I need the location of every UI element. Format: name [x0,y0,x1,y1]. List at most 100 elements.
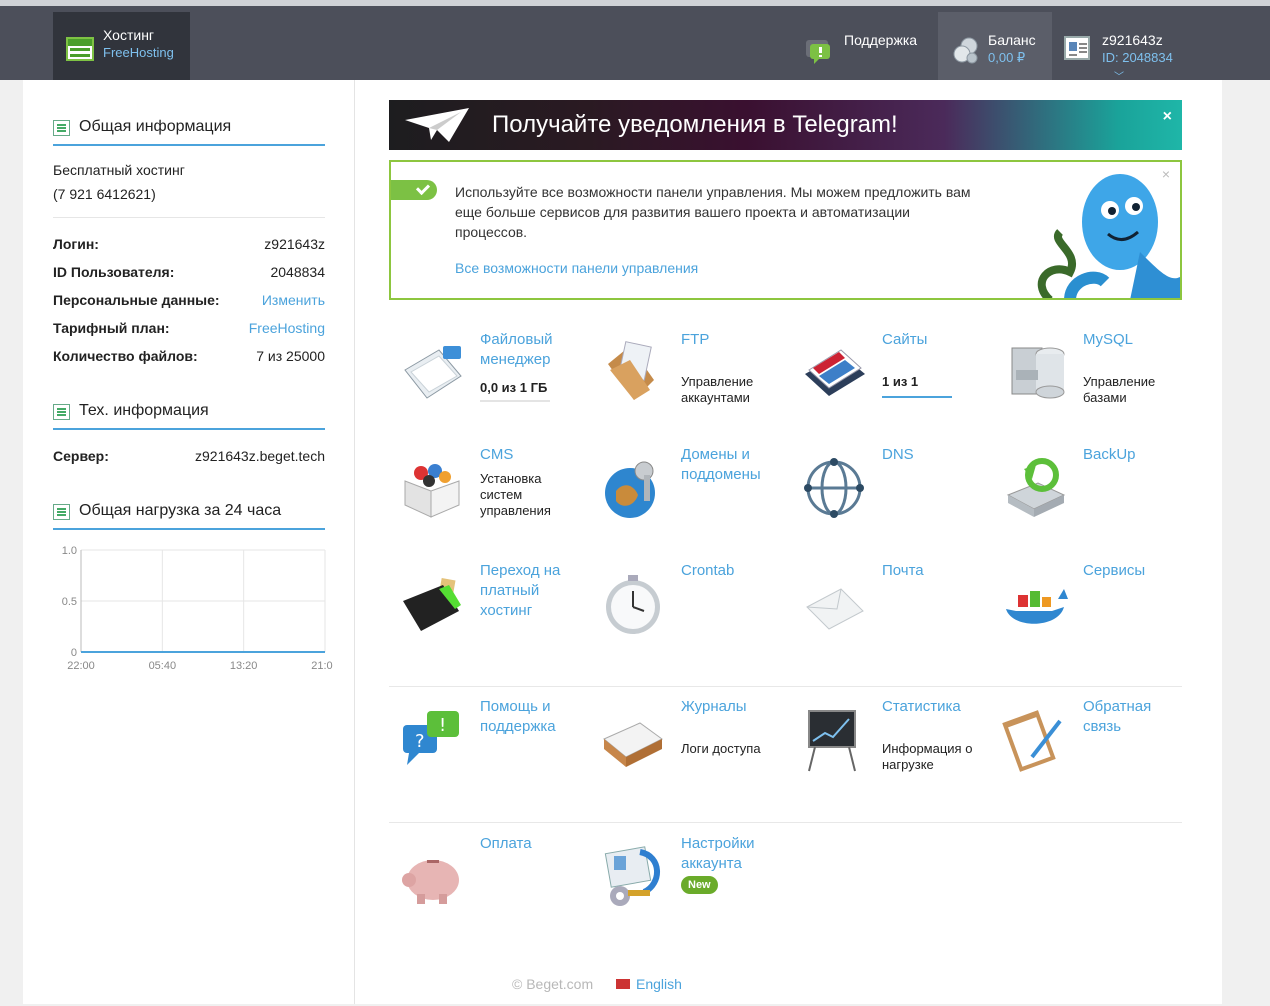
user-menu[interactable]: z921643z ID: 2048834 ﹀ [1052,12,1212,86]
telegram-plane-icon [405,108,469,142]
user-id-row: ID Пользователя: 2048834 [53,264,325,280]
files-count-value: 7 из 25000 [256,348,325,364]
balance-value: 0,00 ₽ [988,50,1026,65]
footer: © Beget.com English [512,976,682,992]
tile-dns[interactable]: DNS [791,445,981,545]
phone: (7 921 6412621) [53,186,156,202]
y-tick-label: 0 [71,647,77,659]
tile-statistics[interactable]: Статистика Информация о нагрузке [791,697,981,797]
balance-label: Баланс [988,32,1036,48]
content-panel: Общая информация Бесплатный хостинг (7 9… [23,80,1222,1004]
tile-crontab[interactable]: Crontab [590,561,780,661]
svg-text:!: ! [439,715,446,736]
files-count-row: Количество файлов: 7 из 25000 [53,348,325,364]
clipboard-icon [1002,710,1062,772]
new-badge: New [681,876,718,894]
tile-paid-hosting[interactable]: Переход на платный хостинг [389,561,579,661]
tile-mail[interactable]: Почта [791,561,981,661]
balance-button[interactable]: Баланс 0,00 ₽ [938,12,1052,86]
user-id-value: 2048834 [270,264,325,280]
edit-personal-data-link[interactable]: Изменить [262,292,325,308]
user-login: z921643z [1102,32,1163,48]
tile-ftp[interactable]: FTP Управление аккаунтами [590,330,780,430]
check-icon [391,180,437,200]
logo-subtitle: FreeHosting [103,45,174,60]
general-info-heading: Общая информация [53,118,325,146]
backup-drive-icon [1006,458,1066,517]
sites-icon [805,349,865,396]
user-id: ID: 2048834 [1102,50,1173,65]
plan-name: Бесплатный хостинг [53,162,185,178]
coins-icon [953,37,978,64]
load-chart-icon [53,504,70,520]
top-bar: Хостинг FreeHosting Поддержка Баланс 0,0… [0,0,1270,86]
chat-icon [806,40,830,64]
envelope-icon [806,588,864,630]
www-icon [66,37,94,61]
statistics-board-icon [808,710,856,772]
login-value: z921643z [264,236,325,252]
tile-services[interactable]: Сервисы [992,561,1182,661]
tile-file-manager[interactable]: Файловый менеджер 0,0 из 1 ГБ [389,330,579,430]
logo[interactable]: Хостинг FreeHosting [53,12,190,86]
wallet-icon [403,578,461,631]
divider [389,822,1182,823]
personal-data-row: Персональные данные: Изменить [53,292,325,308]
cms-box-icon [404,464,460,518]
sidebar: Общая информация Бесплатный хостинг (7 9… [23,80,355,1004]
promo-text: Используйте все возможности панели управ… [455,184,971,240]
x-tick-label: 21:00 [311,660,333,672]
dns-network-icon [804,458,864,518]
logo-title: Хостинг [103,27,155,43]
services-whale-icon [1006,589,1068,624]
svg-text:?: ? [415,731,425,752]
octopus-mascot-icon [1037,174,1180,298]
copyright: © Beget.com [512,976,594,992]
promo-link[interactable]: Все возможности панели управления [455,260,698,276]
sites-usage-bar [882,396,952,398]
login-row: Логин: z921643z [53,236,325,252]
logs-box-icon [603,722,663,767]
telegram-message: Получайте уведомления в Telegram! [492,111,898,138]
tile-logs[interactable]: Журналы Логи доступа [590,697,780,797]
tile-cms[interactable]: CMS Установка систем управления [389,445,579,545]
load-heading: Общая нагрузка за 24 часа [53,502,325,530]
tile-domains[interactable]: Домены и поддомены [590,445,780,545]
tariff-link[interactable]: FreeHosting [249,320,325,336]
piggy-bank-icon [402,860,459,904]
tile-mysql[interactable]: MySQL Управление базами [992,330,1182,430]
divider [389,686,1182,687]
info-icon [53,120,70,136]
disk-usage-bar [480,400,550,402]
load-chart: 1.0 0.5 022:00 05:40 13:20 21:00 [62,545,333,672]
x-tick-label: 22:00 [67,660,95,672]
user-card-icon [1064,36,1090,60]
tech-info-heading: Тех. информация [53,402,325,430]
telegram-banner[interactable]: Получайте уведомления в Telegram! × [389,100,1182,150]
account-settings-icon [604,846,660,906]
y-tick-label: 1.0 [62,545,77,557]
support-label: Поддержка [844,32,918,48]
tile-feedback[interactable]: Обратная связь [992,697,1182,797]
alarm-clock-icon [606,575,660,634]
server-icon [53,404,70,420]
support-button[interactable]: Поддержка [804,12,934,86]
language-link[interactable]: English [616,976,706,992]
tile-backup[interactable]: BackUp [992,445,1182,545]
database-icon [1011,347,1065,399]
close-icon[interactable]: × [1162,166,1170,182]
tariff-row: Тарифный план: FreeHosting [53,320,325,336]
close-icon[interactable]: × [1163,108,1172,126]
file-manager-icon [404,346,462,399]
promo-box: Используйте все возможности панели управ… [389,160,1182,300]
help-bubbles-icon: ?! [403,711,459,765]
tile-payment[interactable]: Оплата [389,834,579,934]
server-row: Сервер: z921643z.beget.tech [53,448,325,464]
sites-usage-fill [882,396,952,398]
tile-account-settings[interactable]: Настройки аккаунта New [590,834,780,934]
tile-sites[interactable]: Сайты 1 из 1 [791,330,981,430]
tile-help[interactable]: ?! Помощь и поддержка [389,697,579,797]
divider [53,217,325,218]
x-tick-label: 13:20 [230,660,258,672]
globe-keys-icon [605,461,655,518]
